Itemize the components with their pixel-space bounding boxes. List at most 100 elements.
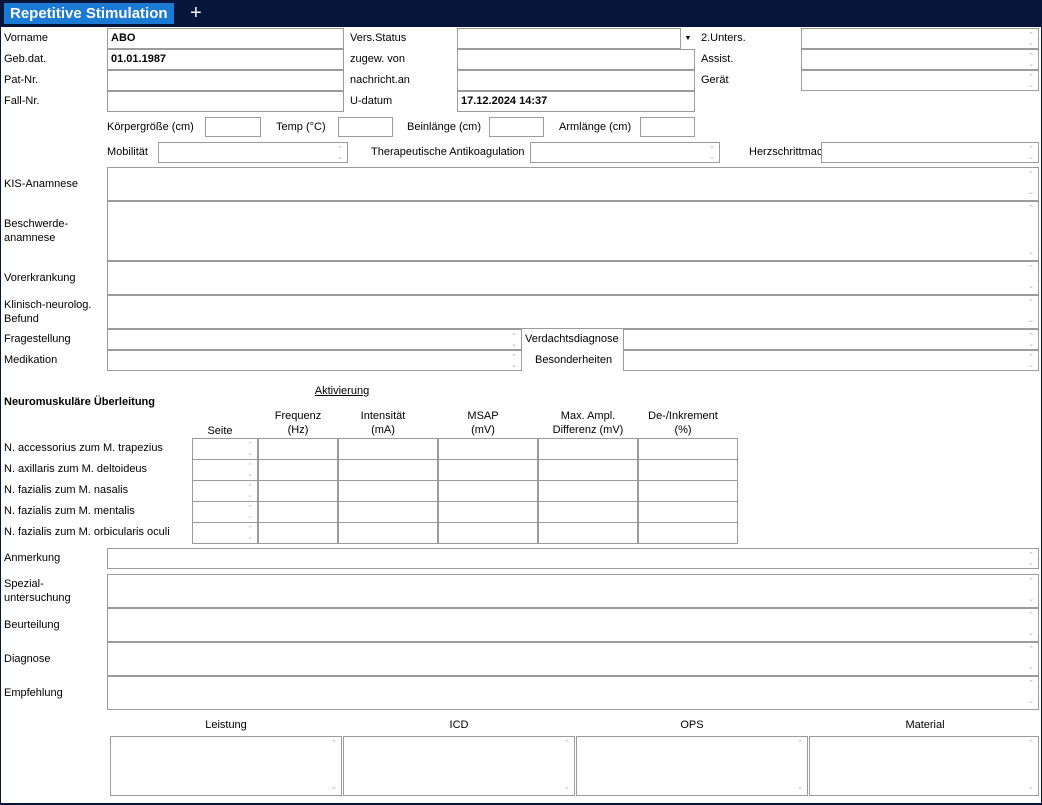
intensitaet-cell[interactable] — [338, 459, 438, 481]
deink-cell[interactable] — [638, 459, 738, 481]
beschwerde-textarea[interactable]: ⌃ ⌄ — [107, 201, 1039, 261]
fragestellung-field[interactable]: ⌃ ⌄ — [107, 329, 522, 350]
frequenz-cell[interactable] — [258, 501, 338, 523]
scrollbar-icon[interactable]: ⌃ ⌄ — [1026, 262, 1036, 294]
zugew-field[interactable] — [457, 49, 695, 70]
frequenz-cell[interactable] — [258, 438, 338, 460]
seite-cell[interactable]: ⌃ ⌄ — [192, 480, 258, 502]
msap-cell[interactable] — [438, 438, 538, 460]
maxampl-cell[interactable] — [538, 501, 638, 523]
msap-cell[interactable] — [438, 459, 538, 481]
scrollbar-icon[interactable]: ⌃ ⌄ — [1026, 737, 1036, 795]
scrollbar-icon[interactable]: ⌃ ⌄ — [1026, 575, 1036, 607]
spinner-icon[interactable]: ⌃ ⌄ — [1026, 50, 1036, 69]
spinner-icon[interactable]: ⌃ ⌄ — [509, 330, 519, 349]
spinner-icon[interactable]: ⌃ ⌄ — [245, 460, 255, 480]
seite-cell[interactable]: ⌃ ⌄ — [192, 438, 258, 460]
spinner-icon[interactable]: ⌃ ⌄ — [1026, 351, 1036, 370]
besonderheiten-field[interactable]: ⌃ ⌄ — [623, 350, 1039, 371]
msap-cell[interactable] — [438, 480, 538, 502]
deink-cell[interactable] — [638, 438, 738, 460]
spinner-icon[interactable]: ⌃ ⌄ — [1026, 143, 1036, 162]
unters2-label: 2.Unters. — [701, 32, 746, 44]
temp-field[interactable] — [338, 117, 393, 137]
medikation-field[interactable]: ⌃ ⌄ — [107, 350, 522, 371]
assist-field[interactable]: ⌃ ⌄ — [801, 49, 1039, 70]
klinisch-textarea[interactable]: ⌃ ⌄ — [107, 295, 1039, 329]
fallnr-field[interactable] — [107, 91, 344, 112]
herzschritt-field[interactable]: ⌃ ⌄ — [821, 142, 1039, 163]
maxampl-cell[interactable] — [538, 438, 638, 460]
armlaenge-field[interactable] — [640, 117, 695, 137]
seite-cell[interactable]: ⌃ ⌄ — [192, 522, 258, 544]
beinlaenge-field[interactable] — [489, 117, 544, 137]
intensitaet-cell[interactable] — [338, 522, 438, 544]
intensitaet-cell[interactable] — [338, 501, 438, 523]
frequenz-cell[interactable] — [258, 522, 338, 544]
maxampl-cell[interactable] — [538, 522, 638, 544]
deink-cell[interactable] — [638, 522, 738, 544]
frequenz-cell[interactable] — [258, 459, 338, 481]
kis-anamnese-textarea[interactable]: ⌃ ⌄ — [107, 167, 1039, 201]
spinner-icon[interactable]: ⌃ ⌄ — [509, 351, 519, 370]
versstatus-dropdown[interactable] — [457, 28, 695, 49]
chevron-down-icon[interactable]: ▼ — [680, 28, 695, 49]
diagnose-textarea[interactable]: ⌃ ⌄ — [107, 642, 1039, 676]
spinner-icon[interactable]: ⌃ ⌄ — [707, 143, 717, 162]
scrollbar-icon[interactable]: ⌃ ⌄ — [1026, 643, 1036, 675]
spinner-icon[interactable]: ⌃ ⌄ — [1026, 71, 1036, 90]
beurteilung-textarea[interactable]: ⌃ ⌄ — [107, 608, 1039, 642]
scrollbar-icon[interactable]: ⌃ ⌄ — [562, 737, 572, 795]
patnr-field[interactable] — [107, 70, 344, 91]
spinner-icon[interactable]: ⌃ ⌄ — [1026, 330, 1036, 349]
msap-cell[interactable] — [438, 522, 538, 544]
maxampl-cell[interactable] — [538, 480, 638, 502]
beurteilung-label: Beurteilung — [4, 619, 60, 631]
vorname-field[interactable]: ABO — [107, 28, 344, 49]
deink-cell[interactable] — [638, 480, 738, 502]
deink-cell[interactable] — [638, 501, 738, 523]
leistung-list[interactable]: ⌃ ⌄ — [110, 736, 342, 796]
msap-cell[interactable] — [438, 501, 538, 523]
seite-cell[interactable]: ⌃ ⌄ — [192, 459, 258, 481]
intensitaet-cell[interactable] — [338, 438, 438, 460]
gebdat-field[interactable]: 01.01.1987 — [107, 49, 344, 70]
geraet-field[interactable]: ⌃ ⌄ — [801, 70, 1039, 91]
scrollbar-icon[interactable]: ⌃ ⌄ — [1026, 296, 1036, 328]
spinner-icon[interactable]: ⌃ ⌄ — [1026, 29, 1036, 48]
seite-cell[interactable]: ⌃ ⌄ — [192, 501, 258, 523]
scrollbar-icon[interactable]: ⌃ ⌄ — [1026, 202, 1036, 260]
unters2-field[interactable]: ⌃ ⌄ — [801, 28, 1039, 49]
spinner-icon[interactable]: ⌃ ⌄ — [335, 143, 345, 162]
maxampl-cell[interactable] — [538, 459, 638, 481]
nachricht-field[interactable] — [457, 70, 695, 91]
ops-list[interactable]: ⌃ ⌄ — [576, 736, 808, 796]
antikoag-field[interactable]: ⌃ ⌄ — [530, 142, 720, 163]
spinner-icon[interactable]: ⌃ ⌄ — [1026, 549, 1036, 568]
aktivierung-link[interactable]: Aktivierung — [297, 385, 387, 398]
scrollbar-icon[interactable]: ⌃ ⌄ — [1026, 609, 1036, 641]
spinner-icon[interactable]: ⌃ ⌄ — [245, 481, 255, 501]
icd-list[interactable]: ⌃ ⌄ — [343, 736, 575, 796]
material-list[interactable]: ⌃ ⌄ — [809, 736, 1039, 796]
koerpergroesse-field[interactable] — [205, 117, 261, 137]
spezial-textarea[interactable]: ⌃ ⌄ — [107, 574, 1039, 608]
spinner-icon[interactable]: ⌃ ⌄ — [245, 439, 255, 459]
udatum-field[interactable]: 17.12.2024 14:37 — [457, 91, 695, 112]
scrollbar-icon[interactable]: ⌃ ⌄ — [329, 737, 339, 795]
verdacht-field[interactable]: ⌃ ⌄ — [623, 329, 1039, 350]
scrollbar-icon[interactable]: ⌃ ⌄ — [1026, 168, 1036, 200]
intensitaet-cell[interactable] — [338, 480, 438, 502]
vorerkrankung-textarea[interactable]: ⌃ ⌄ — [107, 261, 1039, 295]
scrollbar-icon[interactable]: ⌃ ⌄ — [1026, 677, 1036, 709]
spinner-icon[interactable]: ⌃ ⌄ — [245, 523, 255, 543]
empfehlung-textarea[interactable]: ⌃ ⌄ — [107, 676, 1039, 710]
tab-repetitive-stimulation[interactable]: Repetitive Stimulation — [4, 3, 174, 24]
mobilitaet-field[interactable]: ⌃ ⌄ — [158, 142, 348, 163]
header-seite: Seite — [207, 425, 233, 437]
anmerkung-field[interactable]: ⌃ ⌄ — [107, 548, 1039, 569]
spinner-icon[interactable]: ⌃ ⌄ — [245, 502, 255, 522]
add-tab-icon[interactable]: + — [190, 1, 202, 25]
scrollbar-icon[interactable]: ⌃ ⌄ — [795, 737, 805, 795]
frequenz-cell[interactable] — [258, 480, 338, 502]
